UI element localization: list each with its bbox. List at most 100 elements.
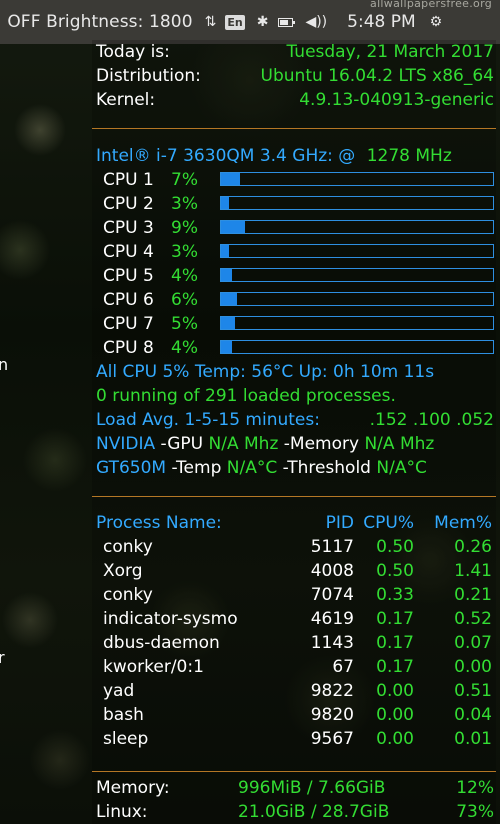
brightness-indicator[interactable]: : OFF Brightness: 1800: [0, 12, 193, 32]
process-mem: 1.41: [454, 561, 492, 581]
gpu-model: GT650M: [96, 458, 167, 478]
process-pid: 5117: [310, 537, 354, 557]
cpu-core-row: CPU 5 4%: [96, 264, 494, 288]
process-mem: 0.01: [454, 729, 492, 749]
table-row: sleep 9567 0.00 0.01: [96, 727, 494, 751]
cpu-core-label: CPU 1: [103, 170, 154, 190]
battery-level-fill: [280, 19, 289, 25]
all-cpu-row: All CPU 5% Temp: 56°C Up: 0h 10m 11s: [96, 360, 494, 384]
gpu-memory-label: -Memory: [278, 434, 365, 454]
table-row: dbus-daemon 1143 0.17 0.07: [96, 631, 494, 655]
transfer-arrows-icon[interactable]: ⇅: [205, 14, 217, 30]
table-row: yad 9822 0.00 0.51: [96, 679, 494, 703]
process-mem: 0.00: [454, 657, 492, 677]
distribution-value: Ubuntu 16.04.2 LTS x86_64: [260, 66, 494, 86]
cpu-core-usage: 9%: [171, 218, 198, 238]
top-panel: : OFF Brightness: 1800 ⇅ En ✱ ◀)) 5:48 P…: [0, 0, 500, 44]
volume-icon[interactable]: ◀)): [305, 14, 327, 30]
cpu-usage-bar: [220, 316, 494, 330]
linux-partition-label: Linux:: [96, 802, 148, 822]
cpu-core-row: CPU 2 3%: [96, 192, 494, 216]
table-row: conky 7074 0.33 0.21: [96, 583, 494, 607]
process-cpu: 0.17: [376, 609, 414, 629]
linux-partition-percent: 73%: [456, 802, 494, 822]
process-name: dbus-daemon: [103, 633, 220, 653]
gpu-temp-value: N/A°C: [226, 458, 278, 478]
gpu-clock-value: N/A Mhz: [208, 434, 279, 454]
process-pid: 9822: [310, 681, 354, 701]
bluetooth-icon[interactable]: ✱: [257, 14, 269, 30]
process-cpu: 0.17: [376, 657, 414, 677]
memory-percent: 12%: [456, 778, 494, 798]
gpu-temp-label: -Temp: [166, 458, 227, 478]
cpu-core-usage: 3%: [171, 194, 198, 214]
clock[interactable]: 5:48 PM: [347, 12, 416, 32]
cpu-usage-bar-fill: [221, 197, 230, 209]
cpu-frequency: 1278 MHz: [366, 146, 452, 166]
battery-icon[interactable]: [278, 17, 296, 27]
cpu-usage-bar-fill: [221, 341, 232, 353]
process-mem: 0.52: [454, 609, 492, 629]
cpu-core-usage: 4%: [171, 266, 198, 286]
load-average-row: Load Avg. 1-5-15 minutes: .152 .100 .052: [96, 408, 494, 432]
cpu-core-usage: 4%: [171, 338, 198, 358]
separator: [92, 496, 496, 497]
cpu-usage-bar: [220, 196, 494, 210]
process-pid: 9820: [310, 705, 354, 725]
edge-text-fragment: r: [0, 648, 5, 667]
linux-partition-row: Linux: 21.0GiB / 28.7GiB 73%: [96, 800, 494, 824]
process-mem: 0.21: [454, 585, 492, 605]
process-cpu: 0.00: [376, 729, 414, 749]
gpu-clock-label: -GPU: [155, 434, 209, 454]
gpu-threshold-label: -Threshold: [277, 458, 377, 478]
gear-icon[interactable]: ⚙: [430, 14, 443, 30]
cpu-usage-bar-fill: [221, 293, 238, 305]
kernel-label: Kernel:: [96, 90, 156, 110]
memory-row: Memory: 996MiB / 7.66GiB 12%: [96, 776, 494, 800]
process-name: Xorg: [103, 561, 143, 581]
cpu-usage-bar: [220, 244, 494, 258]
today-label: Today is:: [96, 42, 170, 62]
memory-value: 996MiB / 7.66GiB: [238, 778, 386, 798]
cpu-usage-bar: [220, 268, 494, 282]
process-mem: 0.04: [454, 705, 492, 725]
process-pid: 4008: [310, 561, 354, 581]
process-name: sleep: [103, 729, 149, 749]
process-table-header: Process Name: PID CPU% Mem%: [96, 511, 494, 535]
cpu-core-row: CPU 1 7%: [96, 168, 494, 192]
cpu-usage-bar: [220, 220, 494, 234]
process-cpu: 0.00: [376, 705, 414, 725]
gpu-row: NVIDIA -GPU N/A Mhz -Memory N/A Mhz: [96, 432, 494, 456]
process-name-header: Process Name:: [96, 513, 222, 533]
separator: [92, 128, 496, 129]
process-pid: 9567: [310, 729, 354, 749]
cpu-usage-bar-fill: [221, 173, 241, 185]
cpu-model: Intel® i-7 3630QM 3.4 GHz: @: [96, 146, 356, 166]
today-row: Today is: Tuesday, 21 March 2017: [96, 40, 494, 64]
table-row: Xorg 4008 0.50 1.41: [96, 559, 494, 583]
process-name: bash: [103, 705, 144, 725]
gpu-vendor: NVIDIA: [96, 434, 156, 454]
cpu-core-row: CPU 7 5%: [96, 312, 494, 336]
cpu-core-row: CPU 6 6%: [96, 288, 494, 312]
load-average-label: Load Avg. 1-5-15 minutes:: [96, 410, 320, 430]
cpu-core-usage: 7%: [171, 170, 198, 190]
mem-percent-header: Mem%: [434, 513, 492, 533]
process-pid: 4619: [310, 609, 354, 629]
separator: [92, 771, 496, 772]
process-pid: 7074: [310, 585, 354, 605]
keyboard-layout-indicator[interactable]: En: [225, 14, 245, 30]
cpu-core-row: CPU 8 4%: [96, 336, 494, 360]
gpu-memory-value: N/A Mhz: [364, 434, 435, 454]
process-mem: 0.26: [454, 537, 492, 557]
cpu-core-usage: 5%: [171, 314, 198, 334]
edge-text-fragment: n: [0, 355, 9, 374]
cpu-usage-bar: [220, 292, 494, 306]
table-row: kworker/0:1 67 0.17 0.00: [96, 655, 494, 679]
process-cpu: 0.50: [376, 537, 414, 557]
today-value: Tuesday, 21 March 2017: [286, 42, 495, 62]
cpu-usage-bar-fill: [221, 317, 235, 329]
cpu-usage-bar-fill: [221, 245, 230, 257]
processes-summary-row: 0 running of 291 loaded processes.: [96, 384, 494, 408]
process-cpu: 0.50: [376, 561, 414, 581]
